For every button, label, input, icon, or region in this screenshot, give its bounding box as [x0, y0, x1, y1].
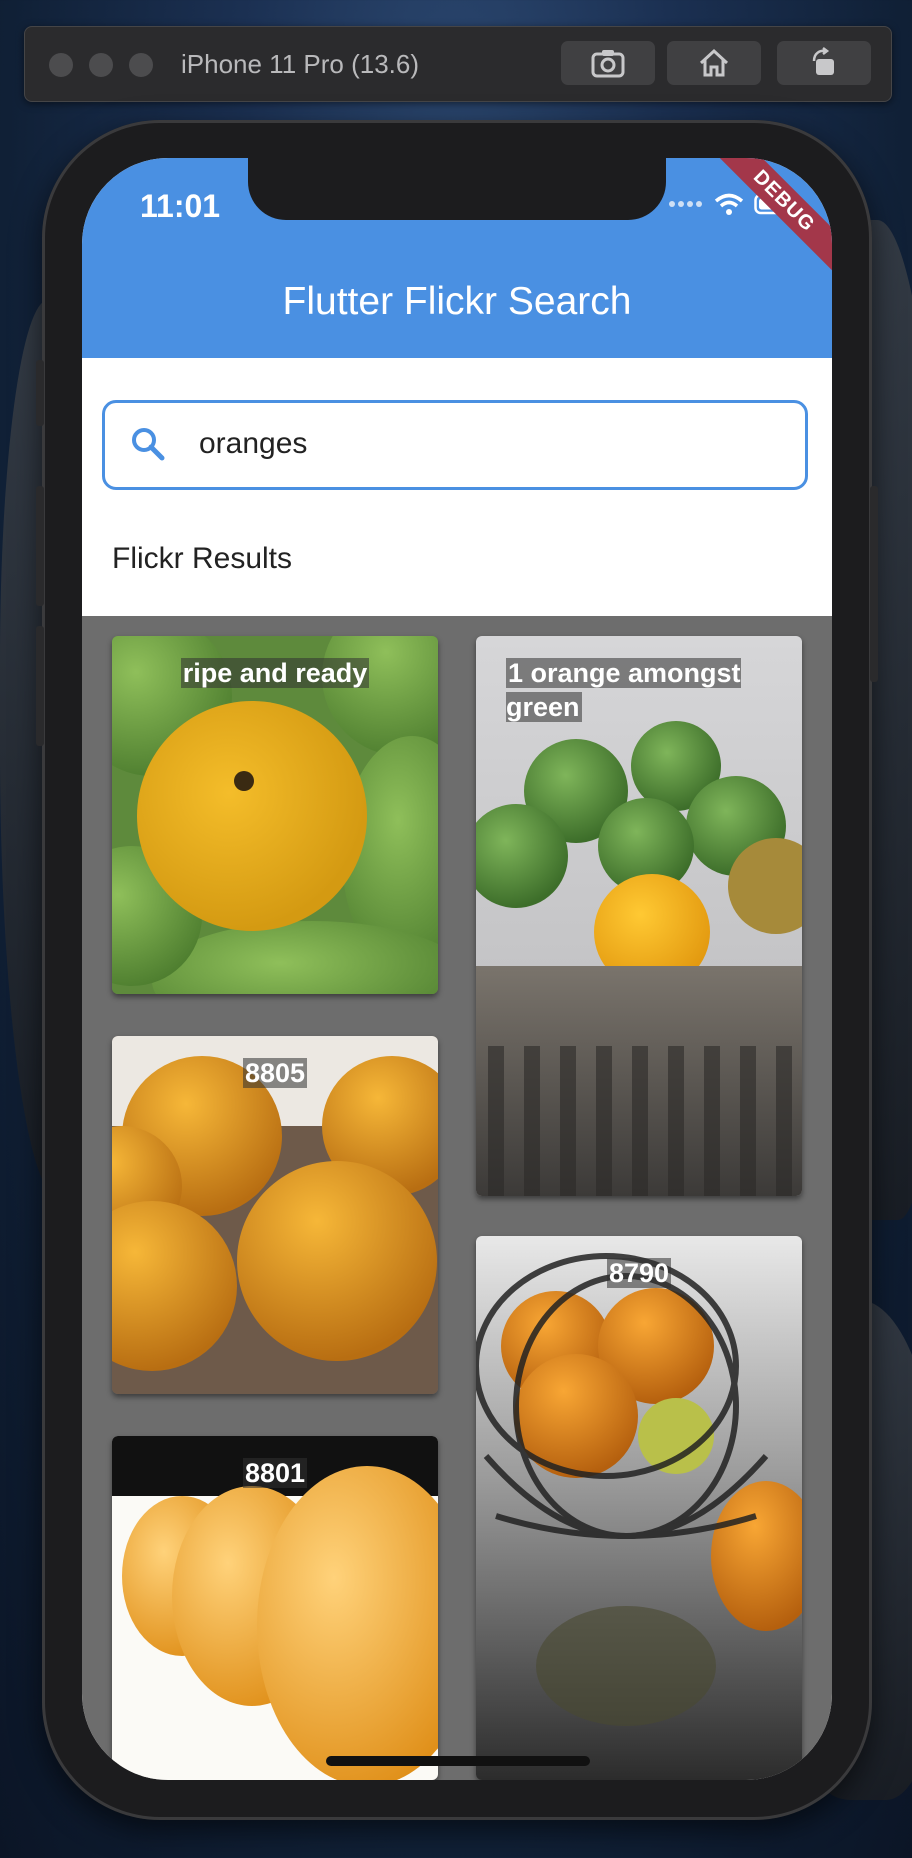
photo-tile[interactable]: 1 orange amongst green — [476, 636, 802, 1196]
mute-switch[interactable] — [36, 360, 44, 426]
app-bar-title: Flutter Flickr Search — [282, 280, 632, 323]
photo-caption: 8801 — [242, 1458, 308, 1488]
power-button[interactable] — [870, 486, 878, 682]
volume-down-button[interactable] — [36, 626, 44, 746]
photo-tile[interactable]: 8801 — [112, 1436, 438, 1780]
simulator-toolbar: iPhone 11 Pro (13.6) — [24, 26, 892, 102]
photo-tile[interactable]: 8790 — [476, 1236, 802, 1780]
photo-caption: ripe and ready — [180, 658, 370, 688]
close-window-button[interactable] — [49, 53, 73, 77]
photo-tile[interactable]: 8805 — [112, 1036, 438, 1394]
notch — [248, 158, 666, 220]
simulator-title: iPhone 11 Pro (13.6) — [181, 49, 419, 79]
photo-caption: 8805 — [242, 1058, 308, 1088]
home-indicator[interactable] — [326, 1756, 590, 1766]
photo-caption: 8790 — [606, 1258, 672, 1288]
phone-screen: 11:01 DEBUG Flutter Flickr Search orange… — [82, 158, 832, 1780]
photo-image — [476, 1236, 802, 1780]
screenshot-button[interactable] — [561, 41, 655, 85]
minimize-window-button[interactable] — [89, 53, 113, 77]
results-heading: Flickr Results — [112, 542, 293, 575]
home-icon — [699, 48, 729, 77]
status-time: 11:01 — [140, 188, 221, 224]
wifi-icon — [714, 193, 744, 215]
rotate-button[interactable] — [777, 41, 871, 85]
cellular-signal-icon — [669, 201, 702, 207]
volume-up-button[interactable] — [36, 486, 44, 606]
zoom-window-button[interactable] — [129, 53, 153, 77]
screenshot-icon — [591, 50, 625, 78]
photo-tile[interactable]: ripe and ready — [112, 636, 438, 994]
photo-caption: 1 orange amongst green — [506, 658, 741, 722]
rotate-icon — [812, 47, 834, 75]
search-input[interactable]: oranges — [102, 400, 808, 490]
search-icon — [132, 428, 165, 461]
search-query: oranges — [199, 427, 308, 460]
home-button[interactable] — [667, 41, 761, 85]
